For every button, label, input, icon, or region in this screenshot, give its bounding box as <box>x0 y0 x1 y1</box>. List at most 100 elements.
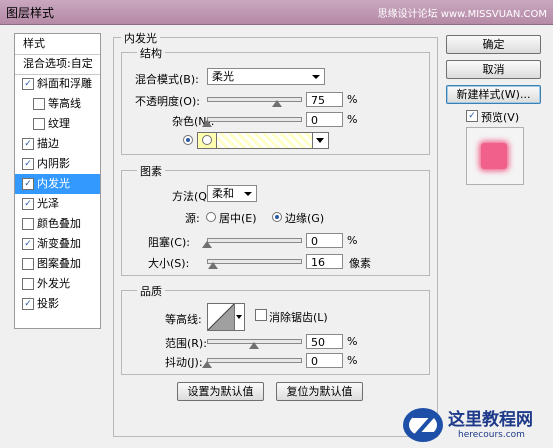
range-unit: % <box>347 335 358 348</box>
style-item-label: 图案叠加 <box>37 257 81 270</box>
new-style-button[interactable]: 新建样式(W)... <box>446 85 541 104</box>
style-item-label: 颜色叠加 <box>37 217 81 230</box>
gradient-radio[interactable] <box>202 135 212 145</box>
opacity-label: 不透明度(O): <box>135 95 200 108</box>
style-item-checkbox[interactable]: ✓ <box>22 298 34 310</box>
style-item-9[interactable]: ✓ 渐变叠加 <box>15 234 100 254</box>
style-item-6[interactable]: ✓ 内发光 <box>15 174 100 194</box>
style-item-label: 内阴影 <box>37 157 70 170</box>
style-item-checkbox[interactable] <box>22 258 34 270</box>
style-item-5[interactable]: ✓ 内阴影 <box>15 154 100 174</box>
style-item-checkbox[interactable]: ✓ <box>22 78 34 90</box>
anti-alias-label[interactable]: 消除锯齿(L) <box>269 309 328 325</box>
range-label: 范围(R): <box>165 337 207 350</box>
jitter-input[interactable]: 0 <box>306 353 343 368</box>
style-item-checkbox[interactable] <box>33 118 45 130</box>
choke-slider[interactable] <box>207 238 302 243</box>
source-edge-label[interactable]: 边缘(G) <box>285 210 324 226</box>
watermark-text: 思缘设计论坛 www.MISSVUAN.COM <box>377 9 547 20</box>
style-item-7[interactable]: ✓ 光泽 <box>15 194 100 214</box>
size-slider-thumb[interactable] <box>208 262 219 269</box>
opacity-input[interactable]: 75 <box>306 92 343 107</box>
styles-list: 样式 混合选项:自定 ✓ 斜面和浮雕 等高线 纹理 ✓ 描边 ✓ 内阴影 ✓ 内发光 ✓ 光泽 颜色叠加… <box>14 33 101 329</box>
logo-url: herecours.com <box>458 430 525 440</box>
blend-mode-select[interactable]: 柔光 <box>207 68 325 85</box>
size-unit: 像素 <box>349 257 371 270</box>
color-radio[interactable] <box>183 135 193 145</box>
title-bar: 图层样式 思缘设计论坛 www.MISSVUAN.COM <box>0 0 553 25</box>
noise-slider-thumb[interactable] <box>202 120 212 127</box>
style-item-checkbox[interactable]: ✓ <box>22 238 34 250</box>
contour-dropdown[interactable] <box>234 303 245 331</box>
style-item-checkbox[interactable]: ✓ <box>22 178 34 190</box>
style-item-checkbox[interactable] <box>22 218 34 230</box>
source-edge-radio[interactable] <box>272 212 282 222</box>
jitter-slider-thumb[interactable] <box>202 361 212 368</box>
technique-select[interactable]: 柔和 <box>207 185 257 202</box>
style-item-checkbox[interactable]: ✓ <box>22 158 34 170</box>
make-default-button[interactable]: 设置为默认值 <box>177 382 264 401</box>
style-item-label: 渐变叠加 <box>37 237 81 250</box>
style-preview-swatch <box>481 143 507 169</box>
style-item-12[interactable]: ✓ 投影 <box>15 294 100 314</box>
style-item-2[interactable]: 等高线 <box>15 94 100 114</box>
blend-mode-label: 混合模式(B): <box>135 73 199 86</box>
contour-preview[interactable] <box>207 303 235 331</box>
style-item-checkbox[interactable]: ✓ <box>22 138 34 150</box>
style-item-label: 内发光 <box>37 177 70 190</box>
ok-button[interactable]: 确定 <box>446 35 541 54</box>
noise-slider[interactable] <box>207 117 302 122</box>
style-item-label: 投影 <box>37 297 59 310</box>
noise-input[interactable]: 0 <box>306 112 343 127</box>
gradient-dropdown[interactable] <box>312 132 329 149</box>
chevron-down-icon <box>316 138 324 143</box>
style-item-4[interactable]: ✓ 描边 <box>15 134 100 154</box>
reset-default-button[interactable]: 复位为默认值 <box>276 382 363 401</box>
gradient-preview[interactable] <box>216 132 313 149</box>
style-item-checkbox[interactable]: ✓ <box>22 198 34 210</box>
size-label: 大小(S): <box>148 257 190 270</box>
logo-emblem-icon <box>403 408 443 442</box>
source-center-radio[interactable] <box>206 212 216 222</box>
structure-title: 结构 <box>137 45 165 61</box>
style-item-checkbox[interactable] <box>33 98 45 110</box>
check-icon: ✓ <box>468 111 476 121</box>
anti-alias-checkbox[interactable] <box>255 309 267 321</box>
style-item-10[interactable]: 图案叠加 <box>15 254 100 274</box>
style-item-label: 等高线 <box>48 97 81 110</box>
styles-header[interactable]: 样式 <box>15 34 100 55</box>
style-item-label: 纹理 <box>48 117 70 130</box>
opacity-slider-thumb[interactable] <box>271 100 282 107</box>
style-item-1[interactable]: ✓ 斜面和浮雕 <box>15 74 100 94</box>
preview-checkbox[interactable]: ✓ <box>466 110 478 122</box>
noise-unit: % <box>347 113 358 126</box>
choke-slider-thumb[interactable] <box>202 241 212 248</box>
blend-options-item[interactable]: 混合选项:自定 <box>15 54 100 75</box>
inner-glow-title: 内发光 <box>121 30 160 46</box>
source-center-label[interactable]: 居中(E) <box>219 210 257 226</box>
range-input[interactable]: 50 <box>306 334 343 349</box>
jitter-slider[interactable] <box>207 358 302 363</box>
size-input[interactable]: 16 <box>306 254 343 269</box>
source-label: 源: <box>185 212 200 225</box>
choke-label: 阻塞(C): <box>148 236 190 249</box>
range-slider-thumb[interactable] <box>248 342 259 349</box>
style-item-label: 外发光 <box>37 277 70 290</box>
style-item-label: 描边 <box>37 137 59 150</box>
contour-curve-icon <box>208 304 234 330</box>
style-item-label: 光泽 <box>37 197 59 210</box>
style-item-11[interactable]: 外发光 <box>15 274 100 294</box>
cancel-button[interactable]: 取消 <box>446 60 541 79</box>
jitter-unit: % <box>347 354 358 367</box>
opacity-slider[interactable] <box>207 97 302 102</box>
preview-label[interactable]: 预览(V) <box>481 109 519 125</box>
chevron-down-icon <box>244 192 252 196</box>
style-item-checkbox[interactable] <box>22 278 34 290</box>
style-item-8[interactable]: 颜色叠加 <box>15 214 100 234</box>
opacity-unit: % <box>347 93 358 106</box>
quality-title: 品质 <box>137 283 165 299</box>
site-logo: 这里教程网 herecours.com <box>402 402 553 448</box>
choke-input[interactable]: 0 <box>306 233 343 248</box>
style-item-3[interactable]: 纹理 <box>15 114 100 134</box>
size-slider[interactable] <box>207 259 302 264</box>
